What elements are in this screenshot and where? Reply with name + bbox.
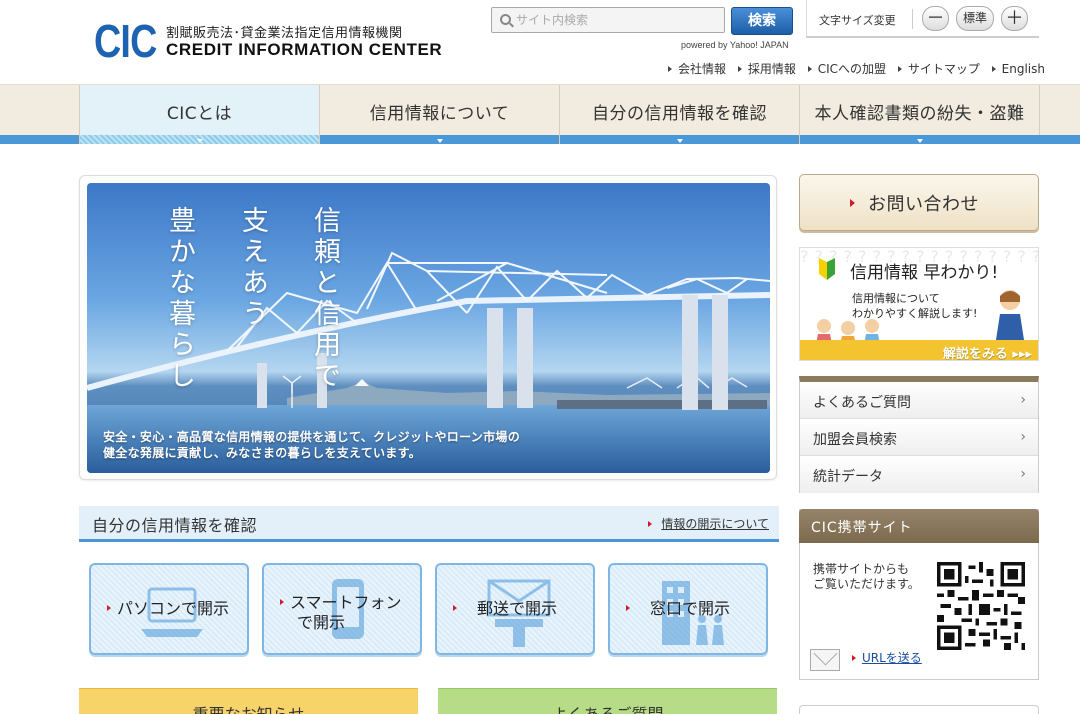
send-url-link[interactable]: URLを送る <box>852 649 922 666</box>
sidebar-item-member-search[interactable]: 加盟会員検索 › <box>800 419 1038 456</box>
nav-item-check-own-info[interactable]: 自分の信用情報を確認 <box>559 85 799 144</box>
disclose-at-counter-button[interactable]: 窓口で開示 <box>608 563 768 655</box>
faq-section-header: よくあるご質問 <box>438 688 777 714</box>
sidebar-links: よくあるご質問 › 加盟会員検索 › 統計データ › <box>799 376 1039 493</box>
quick-guide-title: 信用情報 早わかり! <box>850 263 999 283</box>
view-explanation-link[interactable]: 解説をみる ▸▸▸ <box>943 343 1032 360</box>
chevron-right-icon: › <box>1020 392 1026 408</box>
arrow-right-icon <box>850 199 855 207</box>
chevron-right-icon: › <box>1020 429 1026 445</box>
tile-label: 窓口で開示 <box>650 599 731 618</box>
utility-link-english[interactable]: English <box>991 62 1045 76</box>
search-box <box>491 7 725 33</box>
section-title: 自分の信用情報を確認 <box>92 516 258 535</box>
font-size-panel: 文字サイズ変更 － 標準 ＋ <box>806 0 1039 38</box>
font-size-standard-button[interactable]: 標準 <box>956 6 994 31</box>
important-notice-header: 重要なお知らせ <box>79 688 418 714</box>
hero-copy-line-1: 信頼と信用で <box>309 206 340 392</box>
disclose-by-smartphone-button[interactable]: スマートフォン で開示 <box>262 563 422 655</box>
arrow-right-icon <box>737 66 742 72</box>
arrow-right-icon <box>897 66 902 72</box>
contact-label: お問い合わせ <box>868 194 979 215</box>
arrow-right-icon <box>668 66 672 72</box>
nav-item-credit-info[interactable]: 信用情報について <box>319 85 559 144</box>
chevron-down-icon <box>677 139 683 143</box>
hero-banner: 信頼と信用で 支えあう 豊かな暮らし 安全・安心・高品質な信用情報の提供を通じて… <box>79 175 777 480</box>
nav-item-label: 自分の信用情報を確認 <box>592 104 767 124</box>
arrow-right-icon <box>453 605 457 611</box>
utility-link-membership[interactable]: CICへの加盟 <box>807 60 886 77</box>
disclose-by-pc-button[interactable]: パソコンで開示 <box>89 563 249 655</box>
search-icon <box>500 14 511 25</box>
utility-link-recruit[interactable]: 採用情報 <box>737 60 796 77</box>
utility-link-sitemap[interactable]: サイトマップ <box>897 60 980 77</box>
credit-info-quick-guide-banner[interactable]: ????????????????????????????????????????… <box>799 247 1039 361</box>
hero-caption: 安全・安心・高品質な信用情報の提供を通じて、クレジットやローン市場の 健全な発展… <box>103 430 521 460</box>
font-size-decrease-button[interactable]: － <box>922 6 949 31</box>
disclose-by-mail-button[interactable]: 郵送で開示 <box>435 563 595 655</box>
tile-label-line-1: スマートフォン <box>290 593 402 612</box>
chevron-down-icon <box>917 139 923 143</box>
hero-copy-line-3: 豊かな暮らし <box>164 206 195 392</box>
chevron-down-icon <box>197 139 203 143</box>
arrow-right-icon <box>807 66 812 72</box>
utility-link-company[interactable]: 会社情報 <box>668 60 726 77</box>
check-info-section-header: 自分の信用情報を確認 情報の開示について <box>79 506 779 542</box>
divider <box>912 9 913 29</box>
site-header: CIC 割賦販売法･貸金業法指定信用情報機関 CREDIT INFORMATIO… <box>0 0 1080 84</box>
arrow-right-icon <box>852 655 856 661</box>
search-input[interactable] <box>516 11 716 29</box>
beginner-mark-icon <box>819 258 835 280</box>
tile-label: パソコンで開示 <box>117 599 230 618</box>
font-size-increase-button[interactable]: ＋ <box>1001 6 1028 31</box>
arrow-right-icon <box>991 66 996 72</box>
arrow-right-icon <box>107 605 111 611</box>
font-size-label: 文字サイズ変更 <box>819 14 896 27</box>
tile-label-line-2: で開示 <box>297 613 346 632</box>
cic-logo[interactable]: CIC 割賦販売法･貸金業法指定信用情報機関 CREDIT INFORMATIO… <box>94 15 442 67</box>
arrow-right-icon <box>648 521 653 527</box>
arrow-right-icon <box>626 605 630 611</box>
logo-subtitle-jp: 割賦販売法･貸金業法指定信用情報機関 <box>166 26 403 41</box>
sidebar-item-statistics[interactable]: 統計データ › <box>800 456 1038 493</box>
hero-copy-line-2: 支えあう <box>237 206 268 330</box>
arrow-right-icon <box>280 599 284 605</box>
powered-by-label: powered by Yahoo! JAPAN <box>681 40 789 50</box>
nav-item-about[interactable]: CICとは <box>79 85 319 144</box>
disclosure-info-link[interactable]: 情報の開示について <box>648 515 769 532</box>
mobile-site-box: CIC携帯サイト 携帯サイトからも ご覧いただけます。 URLを送る <box>799 509 1039 680</box>
chevron-right-icon: › <box>1020 466 1026 482</box>
nav-item-label: CICとは <box>166 104 233 124</box>
logo-subtitle-en: CREDIT INFORMATION CENTER <box>166 40 443 59</box>
nav-item-label: 信用情報について <box>369 104 510 124</box>
contact-button[interactable]: お問い合わせ <box>799 174 1039 231</box>
mobile-site-title: CIC携帯サイト <box>811 520 913 536</box>
chevron-down-icon <box>437 139 443 143</box>
section-title: よくあるご質問 <box>438 701 777 714</box>
global-nav: CICとは 信用情報について 自分の信用情報を確認 本人確認書類の紛失・盗難 <box>0 84 1080 144</box>
logo-mark: CIC <box>94 15 157 67</box>
guide-person-illustration <box>996 290 1024 340</box>
sidebar-next-box <box>799 705 1039 714</box>
nav-item-id-loss-theft[interactable]: 本人確認書類の紛失・盗難 <box>799 85 1039 144</box>
section-title: 重要なお知らせ <box>79 701 418 714</box>
mobile-site-text: 携帯サイトからも ご覧いただけます。 <box>813 562 920 591</box>
hero-image: 信頼と信用で 支えあう 豊かな暮らし 安全・安心・高品質な信用情報の提供を通じて… <box>87 183 770 473</box>
search-button[interactable]: 検索 <box>731 7 793 35</box>
envelope-icon <box>810 649 840 671</box>
tile-label: 郵送で開示 <box>477 599 558 618</box>
qr-code <box>937 562 1025 650</box>
sidebar-item-faq[interactable]: よくあるご質問 › <box>800 382 1038 419</box>
nav-item-label: 本人確認書類の紛失・盗難 <box>814 104 1025 124</box>
utility-nav: 会社情報 採用情報 CICへの加盟 サイトマップ English <box>668 60 1053 76</box>
